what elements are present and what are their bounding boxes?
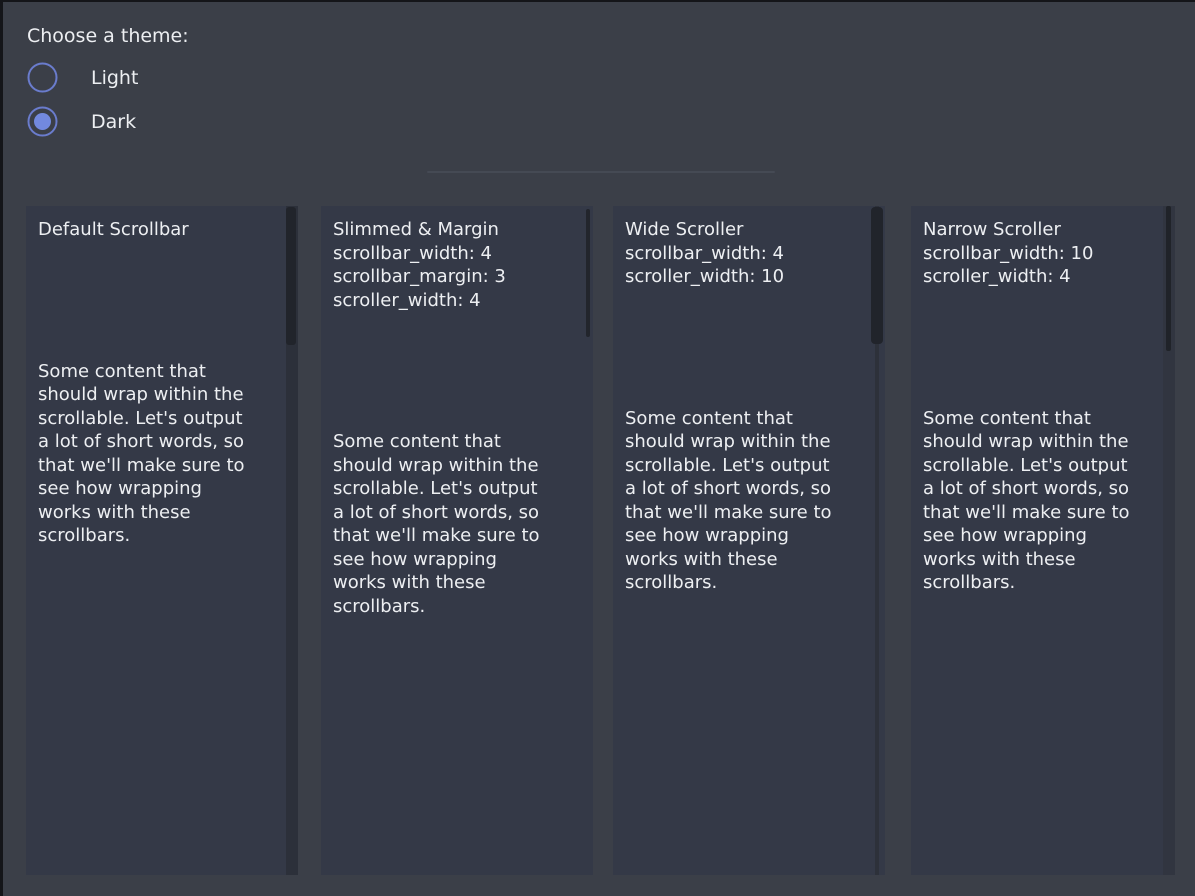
panel-param: scrollbar_width: 10 [923,242,1157,266]
scrollbar-thumb[interactable] [1166,206,1171,351]
panel-param: scroller_width: 10 [625,265,867,289]
scroll-panel-slimmed-margin[interactable]: Slimmed & Margin scrollbar_width: 4 scro… [321,206,593,875]
panel-param: scroller_width: 4 [923,265,1157,289]
panel-content-text: Some content that should wrap within the… [333,430,545,618]
panel-content-text: Some content that should wrap within the… [923,407,1135,595]
panel-title: Wide Scroller [625,218,867,242]
scrollbar-track[interactable] [1163,206,1175,875]
app-window: Choose a theme: Light Dark Defau [0,0,1195,896]
panel-param: scroller_width: 4 [333,289,575,313]
panel-content-text: Some content that should wrap within the… [625,407,837,595]
scrollbar-thumb[interactable] [286,207,296,345]
scrollbar-thumb[interactable] [871,207,883,344]
panel-param: scrollbar_width: 4 [625,242,867,266]
radio-option-dark[interactable]: Dark [27,106,189,137]
panel-param: scrollbar_margin: 3 [333,265,575,289]
panel-header: Slimmed & Margin scrollbar_width: 4 scro… [333,218,575,312]
scroll-panel-narrow-scroller[interactable]: Narrow Scroller scrollbar_width: 10 scro… [911,206,1175,875]
scroll-viewport[interactable]: Default Scrollbar Some content that shou… [38,218,280,867]
scrollbar-track[interactable] [286,206,298,875]
panel-title: Default Scrollbar [38,218,280,242]
radio-label-light: Light [91,67,138,89]
radio-unselected-icon[interactable] [27,62,58,93]
scroll-viewport[interactable]: Wide Scroller scrollbar_width: 4 scrolle… [625,218,867,867]
horizontal-separator [427,171,775,173]
radio-selected-icon[interactable] [27,106,58,137]
radio-label-dark: Dark [91,111,136,133]
scroll-panel-wide-scroller[interactable]: Wide Scroller scrollbar_width: 4 scrolle… [613,206,885,875]
scroll-viewport[interactable]: Narrow Scroller scrollbar_width: 10 scro… [923,218,1157,867]
theme-chooser: Choose a theme: Light Dark [27,24,189,150]
scrollbar-thumb[interactable] [586,209,590,337]
panel-header: Default Scrollbar [38,218,280,242]
scroll-viewport[interactable]: Slimmed & Margin scrollbar_width: 4 scro… [333,218,575,867]
panel-title: Slimmed & Margin [333,218,575,242]
panel-param: scrollbar_width: 4 [333,242,575,266]
panel-header: Narrow Scroller scrollbar_width: 10 scro… [923,218,1157,289]
panel-title: Narrow Scroller [923,218,1157,242]
panel-header: Wide Scroller scrollbar_width: 4 scrolle… [625,218,867,289]
scroll-panel-default[interactable]: Default Scrollbar Some content that shou… [26,206,298,875]
radio-option-light[interactable]: Light [27,62,189,93]
theme-chooser-label: Choose a theme: [27,24,189,48]
scrollbar-track[interactable] [586,209,590,872]
panel-content-text: Some content that should wrap within the… [38,360,250,548]
